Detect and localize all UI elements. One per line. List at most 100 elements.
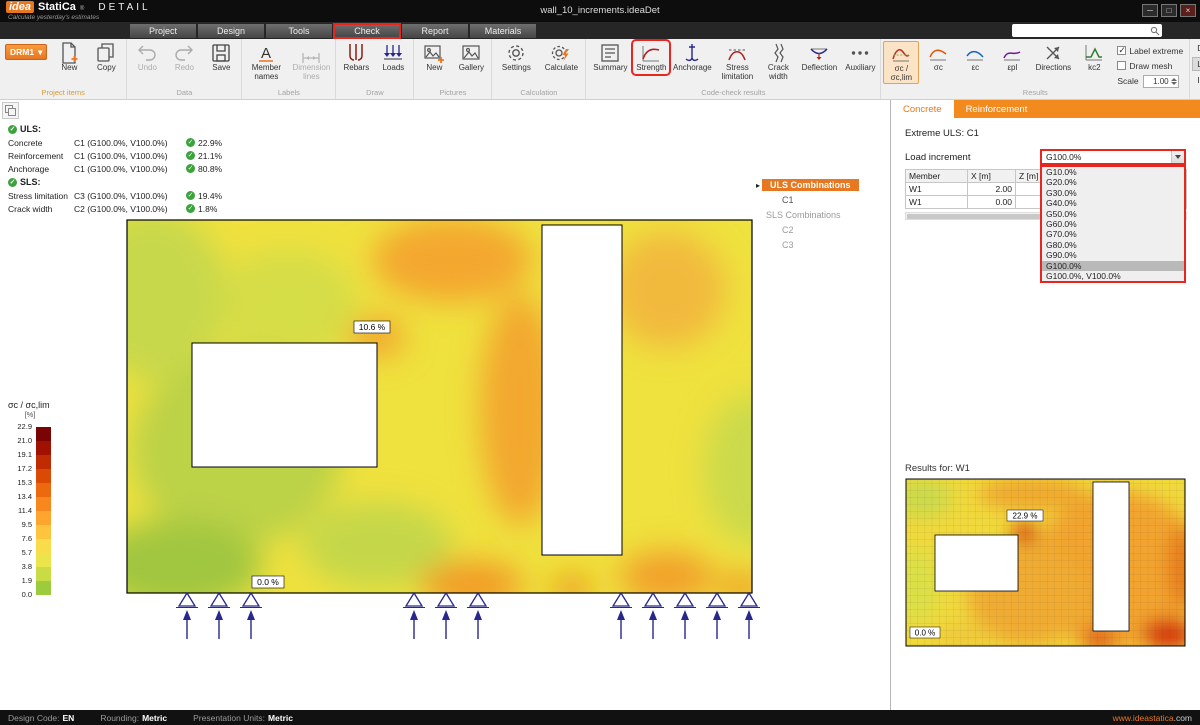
search-input[interactable]	[1014, 26, 1150, 35]
member-names-icon: A	[255, 42, 277, 64]
ribbon-group-results: σc / σc,lim σc εc εpl Directions	[881, 39, 1190, 99]
scale-value: 1.00	[1153, 77, 1169, 86]
sigma-c-button[interactable]: σc	[920, 41, 956, 74]
scale-label: Scale	[1117, 76, 1138, 86]
tab-reinforcement[interactable]: Reinforcement	[954, 100, 1040, 118]
legend-scale: 22.921.019.117.215.313.411.49.57.65.73.8…	[8, 427, 56, 601]
palette-load-button[interactable]: Load	[1192, 57, 1200, 71]
directions-button[interactable]: Directions	[1031, 41, 1075, 74]
load-increment-combobox[interactable]: G100.0%	[1040, 149, 1186, 165]
member-names-button[interactable]: A Member names	[244, 41, 288, 82]
palette-detail-button[interactable]: Detail	[1192, 41, 1200, 55]
tab-check[interactable]: Check	[334, 24, 400, 38]
summary-group-label: SLS:	[20, 177, 41, 187]
dropdown-option[interactable]: G60.0%	[1042, 219, 1184, 229]
dropdown-option[interactable]: G70.0%	[1042, 229, 1184, 239]
table-header-cell[interactable]: Member	[906, 170, 968, 183]
stress-limitation-button[interactable]: Stress limitation	[715, 41, 759, 82]
dropdown-option[interactable]: G20.0%	[1042, 177, 1184, 187]
dropdown-option[interactable]: G90.0%	[1042, 250, 1184, 260]
summary-item-value: 22.9%	[198, 138, 222, 148]
kc2-button[interactable]: kc2	[1076, 41, 1112, 74]
strength-button[interactable]: Strength	[633, 41, 669, 74]
new-project-item-button[interactable]: New	[51, 41, 87, 74]
tab-report[interactable]: Report	[402, 24, 468, 38]
tab-design[interactable]: Design	[198, 24, 264, 38]
search-box[interactable]	[1012, 24, 1162, 37]
palette-increment-button[interactable]: Increment	[1192, 73, 1200, 87]
dropdown-option[interactable]: G30.0%	[1042, 188, 1184, 198]
new-picture-icon	[423, 42, 445, 64]
label-extreme-checkbox[interactable]: Label extreme	[1117, 44, 1183, 57]
eps-c-button[interactable]: εc	[957, 41, 993, 74]
main-tabs: ProjectDesignToolsCheckReportMaterials	[130, 24, 538, 38]
tree-expand-icon[interactable]: ▸	[756, 181, 760, 190]
drm-selector[interactable]: DRM1 ▾	[5, 44, 47, 60]
crack-width-button[interactable]: Crack width	[760, 41, 796, 82]
table-header-cell[interactable]: X [m]	[968, 170, 1016, 183]
dropdown-option[interactable]: G100.0%	[1042, 261, 1184, 271]
tab-materials[interactable]: Materials	[470, 24, 536, 38]
sigma-ratio-button[interactable]: σc / σc,lim	[883, 41, 919, 84]
tree-item[interactable]: C3	[756, 238, 886, 252]
strength-icon	[640, 42, 662, 64]
dimension-lines-button[interactable]: Dimension lines	[289, 41, 333, 82]
supports	[176, 593, 760, 639]
tree-item[interactable]: C1	[756, 193, 886, 207]
anchorage-button[interactable]: Anchorage	[670, 41, 714, 74]
summary-button[interactable]: Summary	[588, 41, 632, 74]
tab-project[interactable]: Project	[130, 24, 196, 38]
dropdown-option[interactable]: G10.0%	[1042, 167, 1184, 177]
check-icon: ✓	[8, 178, 17, 187]
rebars-button[interactable]: Rebars	[338, 41, 374, 74]
tab-tools[interactable]: Tools	[266, 24, 332, 38]
design-code-label: Design Code:	[8, 713, 60, 723]
toggle-panels-icon[interactable]	[2, 102, 19, 119]
results-for-label: Results for: W1	[905, 463, 970, 474]
calculate-button[interactable]: Calculate	[539, 41, 583, 74]
group-label-pictures: Pictures	[416, 88, 489, 99]
summary-item-name: Anchorage	[8, 164, 74, 174]
new-picture-button[interactable]: New	[416, 41, 452, 74]
combobox-value: G100.0%	[1046, 152, 1081, 162]
copy-project-item-button[interactable]: Copy	[88, 41, 124, 74]
deflection-button[interactable]: Deflection	[797, 41, 841, 74]
undo-button[interactable]: Undo	[129, 41, 165, 74]
legend-band	[36, 497, 51, 511]
drawing-canvas[interactable]: ✓ ULS: ConcreteC1 (G100.0%, V100.0%)✓22.…	[0, 100, 890, 710]
check-icon: ✓	[186, 151, 195, 160]
check-icon: ✓	[8, 125, 17, 134]
checkbox-icon	[1117, 61, 1126, 70]
redo-button[interactable]: Redo	[166, 41, 202, 74]
units-label: Presentation Units:	[193, 713, 265, 723]
website-link[interactable]: www.ideastatica.com	[1113, 713, 1192, 723]
tree-item-label: C1	[782, 195, 794, 205]
scale-input[interactable]: 1.00	[1143, 75, 1179, 88]
maximize-button[interactable]: □	[1161, 4, 1177, 17]
sigma-c-icon	[927, 42, 949, 64]
eps-pl-button[interactable]: εpl	[994, 41, 1030, 74]
svg-text:22.9 %: 22.9 %	[1013, 512, 1038, 521]
save-button[interactable]: Save	[203, 41, 239, 74]
tab-concrete[interactable]: Concrete	[891, 100, 954, 118]
loads-button[interactable]: Loads	[375, 41, 411, 74]
dropdown-option[interactable]: G100.0%, V100.0%	[1042, 271, 1184, 281]
tree-item[interactable]: ▸ULS Combinations	[756, 178, 886, 192]
close-button[interactable]: ×	[1180, 4, 1196, 17]
main-contour-plot[interactable]: 10.6 % 0.0 %	[122, 215, 762, 685]
app-logo: ideaStatiCa® DETAIL	[6, 1, 151, 13]
dropdown-option[interactable]: G80.0%	[1042, 240, 1184, 250]
settings-button[interactable]: Settings	[494, 41, 538, 74]
auxiliary-button[interactable]: Auxiliary	[842, 41, 878, 74]
spinner-arrows-icon[interactable]	[1171, 76, 1177, 85]
gallery-button[interactable]: Gallery	[453, 41, 489, 74]
open-file-name: wall_10_increments.ideaDet	[540, 5, 659, 16]
minimize-button[interactable]: ─	[1142, 4, 1158, 17]
chevron-down-icon[interactable]	[1171, 151, 1184, 163]
app-name: DETAIL	[98, 2, 150, 13]
draw-mesh-checkbox[interactable]: Draw mesh	[1117, 59, 1183, 72]
dropdown-option[interactable]: G40.0%	[1042, 198, 1184, 208]
dropdown-option[interactable]: G50.0%	[1042, 209, 1184, 219]
tree-item[interactable]: C2	[756, 223, 886, 237]
tree-item[interactable]: SLS Combinations	[756, 208, 886, 222]
